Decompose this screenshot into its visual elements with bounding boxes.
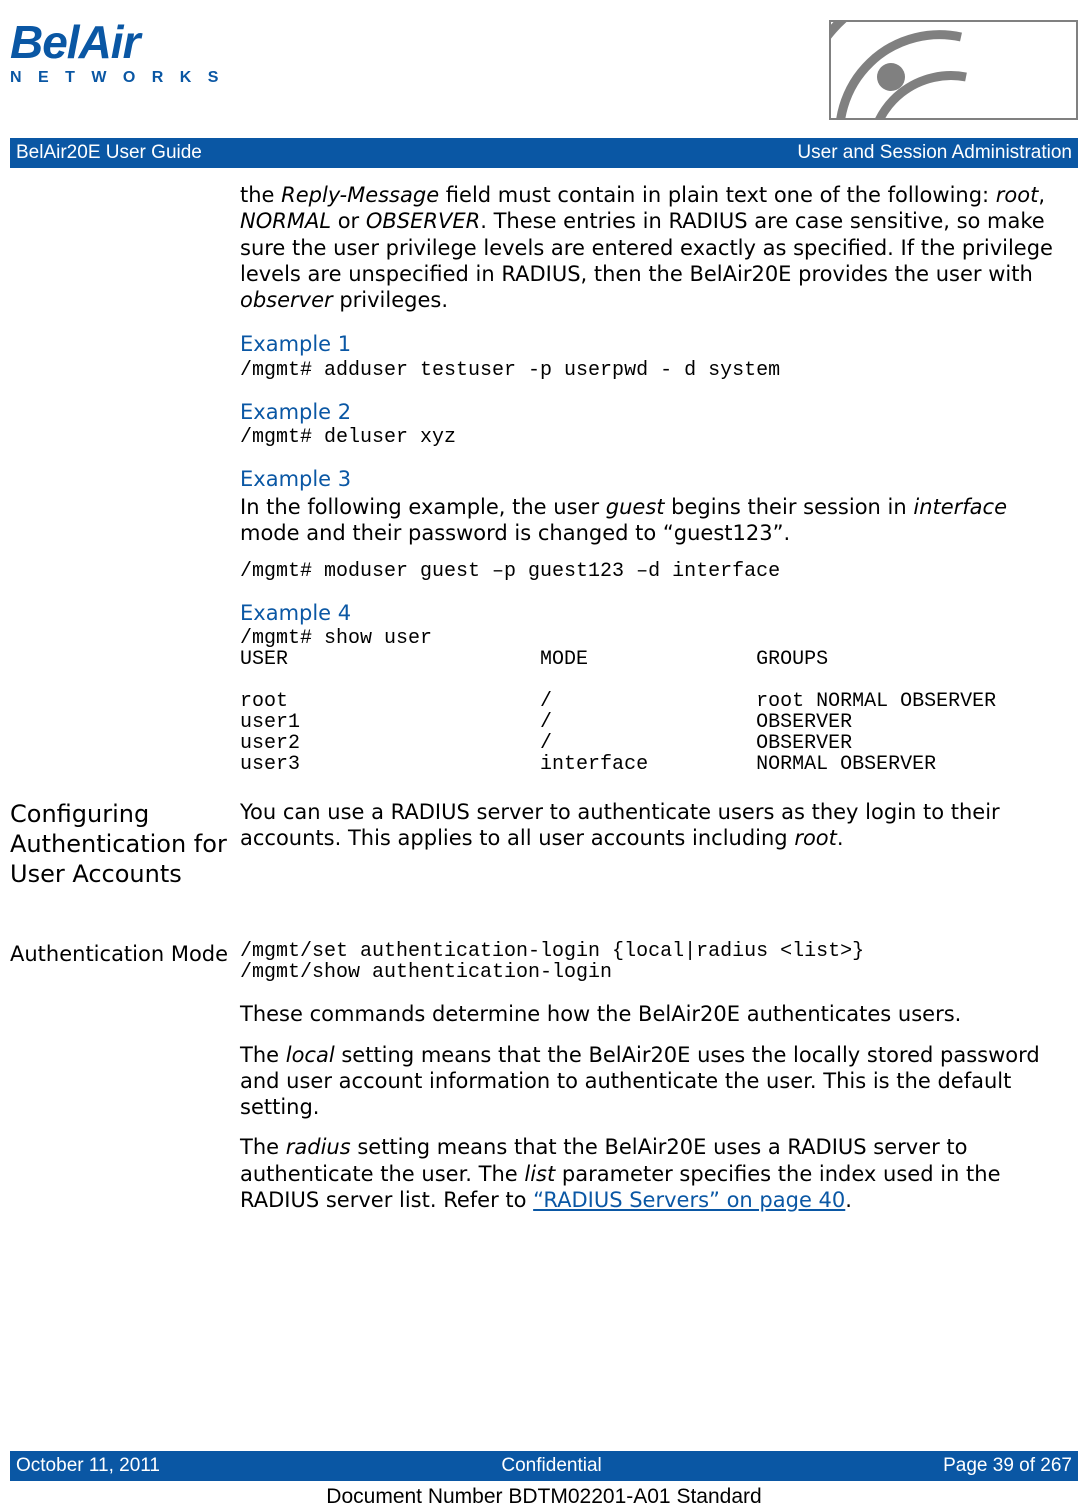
logo-subbrand: N E T W O R K S <box>10 69 224 87</box>
sec1-paragraph: You can use a RADIUS server to authentic… <box>240 799 1072 852</box>
sec2-cmd: /mgmt/set authentication-login {local|ra… <box>240 941 1072 983</box>
sec2-p1: These commands determine how the BelAir2… <box>240 1001 1072 1027</box>
header-right: User and Session Administration <box>797 142 1072 164</box>
logo-right-icon <box>829 20 1078 120</box>
example-2-title: Example 2 <box>240 399 1072 425</box>
example-1-title: Example 1 <box>240 331 1072 357</box>
footer-date: October 11, 2011 <box>16 1455 160 1477</box>
sec2-p3: The radius setting means that the BelAir… <box>240 1134 1072 1213</box>
example-4-title: Example 4 <box>240 600 1072 626</box>
logo-left: BelAir N E T W O R K S <box>10 22 224 87</box>
intro-paragraph: the Reply-Message field must contain in … <box>240 182 1072 313</box>
radius-servers-link[interactable]: “RADIUS Servers” on page 40 <box>533 1188 845 1212</box>
footer-bar: October 11, 2011 Confidential Page 39 of… <box>10 1451 1078 1481</box>
logo-brand: BelAir <box>10 22 224 63</box>
section-heading-configuring: Configuring Authentication for User Acco… <box>10 799 230 889</box>
sec2-p2: The local setting means that the BelAir2… <box>240 1042 1072 1121</box>
example-2-cmd: /mgmt# deluser xyz <box>240 427 1072 448</box>
doc-number: Document Number BDTM02201-A01 Standard <box>0 1485 1088 1509</box>
example-4-block: /mgmt# show user USER MODE GROUPS root /… <box>240 628 1072 775</box>
header-left: BelAir20E User Guide <box>16 142 202 164</box>
header-bar: BelAir20E User Guide User and Session Ad… <box>10 138 1078 168</box>
footer-confidential: Confidential <box>501 1455 601 1477</box>
example-3-title: Example 3 <box>240 466 1072 492</box>
section-heading-auth-mode: Authentication Mode <box>10 941 230 967</box>
footer-page: Page 39 of 267 <box>943 1455 1072 1477</box>
example-3-paragraph: In the following example, the user guest… <box>240 494 1072 547</box>
example-1-cmd: /mgmt# adduser testuser -p userpwd - d s… <box>240 360 1072 381</box>
example-3-cmd: /mgmt# moduser guest –p guest123 –d inte… <box>240 561 1072 582</box>
